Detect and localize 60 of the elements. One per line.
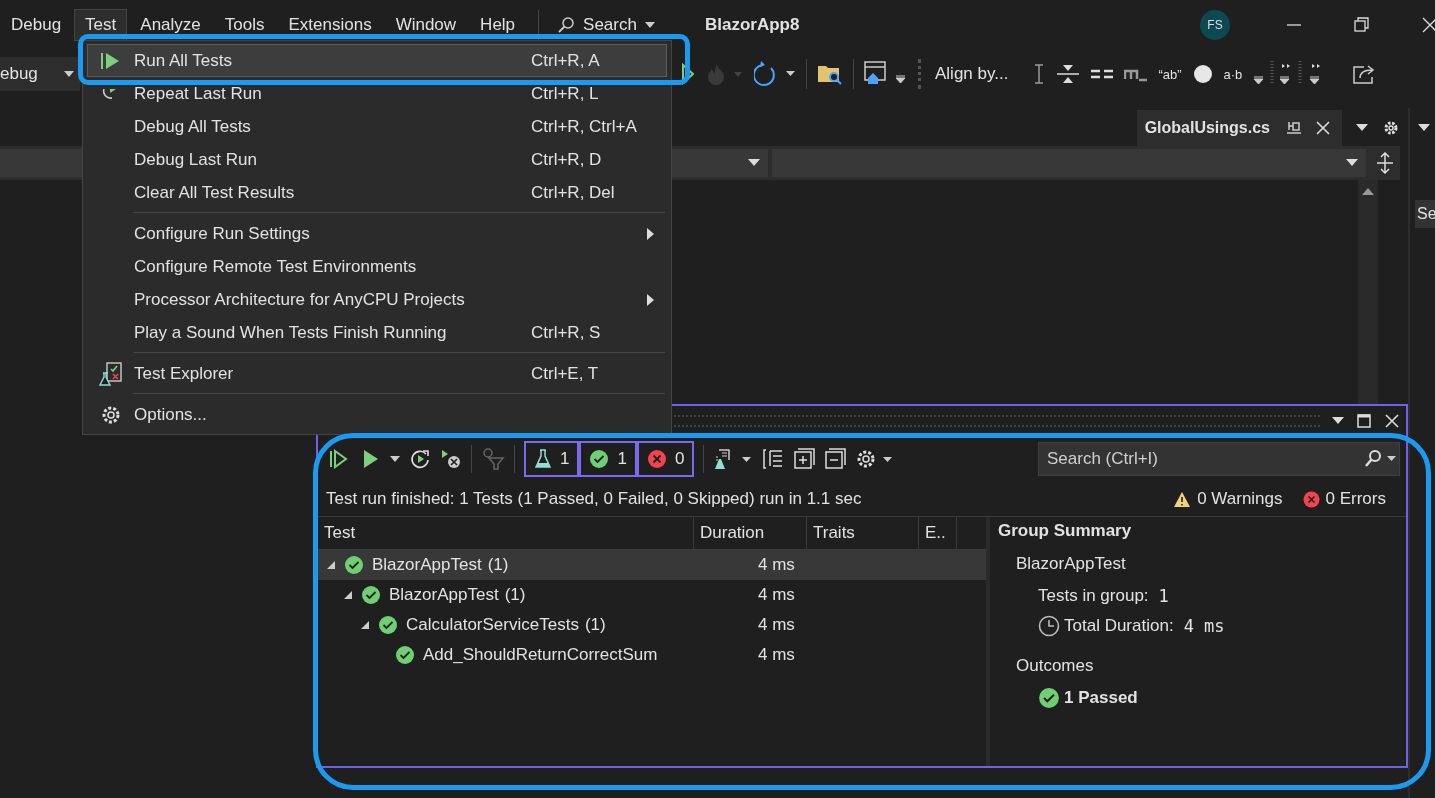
duration-cell: 4 ms xyxy=(758,645,795,665)
menu-item[interactable]: Configure Run Settings xyxy=(87,217,667,250)
duration-cell: 4 ms xyxy=(758,615,795,635)
outcome-label: 1 Passed xyxy=(1064,688,1138,708)
menu-item[interactable]: Window xyxy=(384,9,468,41)
configuration-dropdown[interactable]: ebug xyxy=(0,57,80,91)
duration-label: Total Duration: xyxy=(1064,616,1174,636)
search-button[interactable]: Search xyxy=(547,11,665,39)
test-name: BlazorAppTest xyxy=(389,585,499,605)
menu-item[interactable]: Tools xyxy=(213,9,276,41)
duration-cell: 4 ms xyxy=(758,555,795,575)
search-field[interactable]: Search (Ctrl+I) xyxy=(1038,442,1400,476)
duration-cell: 4 ms xyxy=(758,585,795,605)
filter-toggle[interactable]: 0 xyxy=(636,441,695,477)
menu-item[interactable]: Debug xyxy=(0,9,73,41)
column-header[interactable]: E.. xyxy=(919,517,957,549)
menu-item[interactable]: Options... xyxy=(87,398,667,431)
menu-item[interactable]: Configure Remote Test Environments xyxy=(87,250,667,283)
warnings-count[interactable]: 0 Warnings xyxy=(1197,489,1283,509)
quote-glyph-button[interactable]: “ab” xyxy=(1158,66,1182,82)
tests-label: Tests in group: xyxy=(1038,586,1149,606)
menu-item[interactable]: Debug All Tests Ctrl+R, Ctrl+A xyxy=(87,110,667,143)
column-header[interactable]: Traits xyxy=(807,517,919,549)
test-row[interactable]: Add_ShouldReturnCorrectSum 4 ms xyxy=(318,640,986,670)
status-message: Test run finished: 1 Tests (1 Passed, 0 Failed, 0 Skipped) run in 1.1 sec xyxy=(326,489,862,509)
test-row[interactable]: BlazorAppTest (1) 4 ms xyxy=(318,580,986,610)
side-panel-field[interactable]: Se xyxy=(1415,200,1435,228)
menu-item[interactable]: Run All Tests Ctrl+R, A xyxy=(87,44,667,77)
test-count: (1) xyxy=(487,555,509,575)
column-header[interactable]: Test xyxy=(318,517,694,549)
menu-item[interactable]: Help xyxy=(469,9,527,41)
filter-toggle[interactable]: 1 xyxy=(524,441,580,477)
account-avatar[interactable]: FS xyxy=(1200,10,1230,40)
summary-title: Group Summary xyxy=(998,521,1133,542)
column-header[interactable]: Duration xyxy=(694,517,807,549)
menu-item[interactable]: Clear All Test Results Ctrl+R, Del xyxy=(87,176,667,209)
menu-item[interactable]: Repeat Last Run Ctrl+R, L xyxy=(87,77,667,110)
group-name: BlazorAppTest xyxy=(1016,553,1127,575)
dot-glyph-button[interactable]: a·b xyxy=(1223,66,1243,82)
menu-item[interactable]: Debug Last Run Ctrl+R, D xyxy=(87,143,667,176)
menu-item[interactable]: Test Explorer Ctrl+E, T xyxy=(87,357,667,390)
outcomes-title: Outcomes xyxy=(1016,655,1095,677)
errors-count[interactable]: 0 Errors xyxy=(1325,489,1386,509)
menu-item[interactable]: Processor Architecture for AnyCPU Projects xyxy=(87,283,667,316)
document-tab[interactable]: GlobalUsings.cs xyxy=(1136,110,1342,146)
test-name: Add_ShouldReturnCorrectSum xyxy=(423,645,658,665)
test-count: (1) xyxy=(584,615,606,635)
test-row[interactable]: BlazorAppTest (1) 4 ms xyxy=(318,550,986,580)
window-title: BlazorApp8 xyxy=(704,15,800,35)
menu-item[interactable]: Extensions xyxy=(277,9,383,41)
filter-toggle[interactable]: 1 xyxy=(579,441,637,477)
duration-value: 4 ms xyxy=(1183,616,1225,636)
menu-item[interactable]: Play a Sound When Tests Finish Running Ctrl+R, S xyxy=(87,316,667,349)
test-count: (1) xyxy=(504,585,526,605)
align-button[interactable]: Align by... xyxy=(935,64,1009,84)
menu-item[interactable]: Analyze xyxy=(129,9,212,41)
test-name: BlazorAppTest xyxy=(372,555,482,575)
tests-value: 1 xyxy=(1158,586,1169,606)
test-row[interactable]: CalculatorServiceTests (1) 4 ms xyxy=(318,610,986,640)
test-name: CalculatorServiceTests xyxy=(406,615,579,635)
